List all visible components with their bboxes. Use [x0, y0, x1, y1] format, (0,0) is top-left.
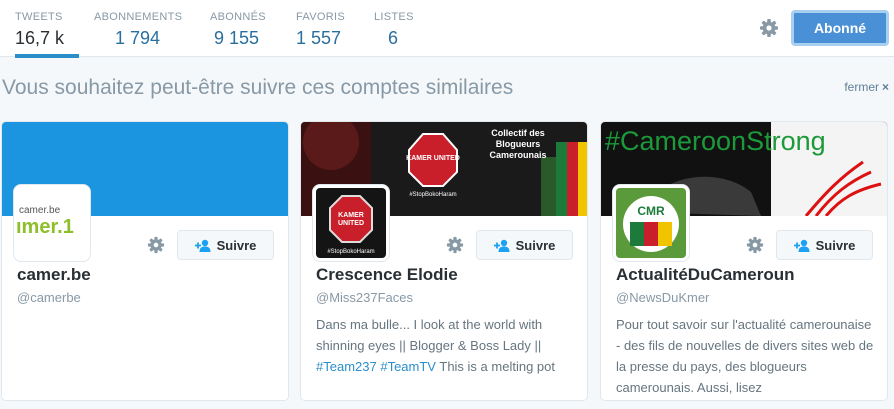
stat-lists[interactable]: LISTES 6	[374, 0, 414, 57]
follow-button[interactable]: Suivre	[476, 230, 573, 260]
gear-icon	[746, 236, 764, 254]
add-user-icon	[194, 239, 211, 252]
svg-text:camer.be: camer.be	[19, 205, 61, 216]
gear-icon	[446, 236, 464, 254]
account-name[interactable]: Crescence Elodie	[316, 265, 458, 285]
bio-text: This is a melting pot	[439, 359, 555, 374]
suggestion-card-miss237faces: KAMER UNITED #StopBokoHaram Collectif de…	[300, 121, 588, 401]
svg-text:#StopBokoHaram: #StopBokoHaram	[409, 192, 456, 198]
camerbe-logo: camer.be ımer.1	[17, 188, 87, 258]
gear-icon	[147, 236, 165, 254]
suggestion-card-camerbe: camer.be ımer.1 Suivre camer.be @camerbe	[1, 121, 289, 401]
avatar[interactable]: KAMER UNITED #StopBokoHaram	[313, 185, 389, 261]
svg-text:#StopBokoHaram: #StopBokoHaram	[327, 249, 374, 255]
svg-text:KAMER UNITED: KAMER UNITED	[406, 155, 460, 162]
stat-following-label: ABONNEMENTS	[94, 11, 183, 23]
add-user-icon	[793, 239, 810, 252]
follow-button[interactable]: Suivre	[177, 230, 274, 260]
avatar[interactable]: camer.be ımer.1	[14, 185, 90, 261]
kamer-united-logo: KAMER UNITED #StopBokoHaram	[316, 188, 386, 258]
account-handle[interactable]: @camerbe	[17, 290, 81, 305]
dismiss-link[interactable]: fermer ×	[844, 80, 889, 94]
suggestion-card-newsdukmer: #CameroonStrong CMR Suivre ActualitéDuCa…	[600, 121, 888, 401]
stat-tweets[interactable]: TWEETS 16,7 k	[15, 0, 79, 58]
close-icon: ×	[881, 80, 889, 94]
settings-gear-icon[interactable]	[759, 18, 779, 38]
follow-label: Suivre	[815, 237, 856, 253]
hashtag-link[interactable]: #Team237	[316, 359, 377, 374]
card-gear-icon[interactable]	[746, 236, 766, 256]
stat-followers-value: 9 155	[214, 28, 260, 48]
card-gear-icon[interactable]	[147, 236, 167, 256]
svg-text:ımer.1: ımer.1	[17, 216, 74, 238]
account-handle[interactable]: @Miss237Faces	[316, 290, 413, 305]
stat-favorites[interactable]: FAVORIS 1 557	[296, 0, 348, 57]
following-button[interactable]: Abonné	[791, 10, 889, 46]
stat-tweets-value: 16,7 k	[15, 28, 65, 48]
suggestions-title: Vous souhaitez peut-être suivre ces comp…	[2, 76, 514, 99]
account-bio: Pour tout savoir sur l'actualité camerou…	[616, 317, 874, 395]
follow-button[interactable]: Suivre	[776, 230, 873, 260]
account-name[interactable]: camer.be	[17, 265, 91, 285]
svg-text:#CameroonStrong: #CameroonStrong	[605, 126, 826, 156]
add-user-icon	[493, 239, 510, 252]
avatar[interactable]: CMR	[613, 185, 689, 261]
follow-label: Suivre	[515, 237, 556, 253]
gear-icon	[760, 19, 778, 37]
account-name[interactable]: ActualitéDuCameroun	[616, 265, 795, 285]
account-bio: Dans ma bulle... I look at the world wit…	[316, 314, 578, 377]
follow-label: Suivre	[216, 237, 257, 253]
svg-text:CMR: CMR	[637, 204, 665, 218]
stat-favorites-label: FAVORIS	[296, 11, 345, 23]
stat-followers-label: ABONNÉS	[210, 11, 266, 23]
account-handle[interactable]: @NewsDuKmer	[616, 290, 709, 305]
cmr-logo: CMR	[616, 188, 686, 258]
profile-nav: TWEETS 16,7 k ABONNEMENTS 1 794 ABONNÉS …	[0, 0, 894, 58]
hashtag-link[interactable]: #TeamTV	[380, 359, 436, 374]
stat-following-value: 1 794	[115, 28, 161, 48]
stat-followers[interactable]: ABONNÉS 9 155	[210, 0, 270, 57]
card-gear-icon[interactable]	[446, 236, 466, 256]
stat-following[interactable]: ABONNEMENTS 1 794	[94, 0, 184, 57]
stat-lists-label: LISTES	[374, 11, 414, 23]
stat-favorites-value: 1 557	[296, 28, 342, 48]
stat-lists-value: 6	[388, 28, 399, 48]
dismiss-label: fermer	[844, 80, 879, 94]
bio-text: Dans ma bulle... I look at the world wit…	[316, 317, 543, 353]
stat-tweets-label: TWEETS	[15, 11, 63, 23]
